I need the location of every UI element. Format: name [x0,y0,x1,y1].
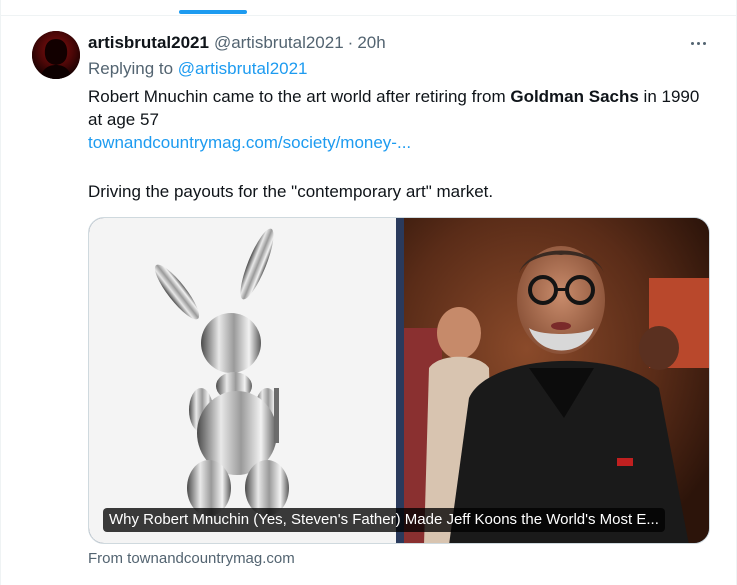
replying-handle-link[interactable]: @artisbrutal2021 [178,59,308,78]
card-image [89,218,709,543]
active-tab-indicator [179,10,247,14]
tweet-text: Robert Mnuchin came to the art world aft… [88,85,718,154]
tweet-text-bold: Goldman Sachs [510,87,639,106]
display-name[interactable]: artisbrutal2021 [88,33,209,53]
link-card[interactable]: Why Robert Mnuchin (Yes, Steven's Father… [88,217,710,544]
more-horizontal-icon [702,41,706,45]
card-caption: Why Robert Mnuchin (Yes, Steven's Father… [103,508,665,532]
separator-dot: · [347,33,354,52]
tweet-text-part1: Robert Mnuchin came to the art world aft… [88,87,511,106]
tweet-container: artisbrutal2021 @artisbrutal2021 · 20h R… [0,0,737,585]
replying-prefix: Replying to [88,59,174,78]
timestamp[interactable]: 20h [357,33,385,53]
tweet-header: artisbrutal2021 @artisbrutal2021 · 20h [88,32,386,54]
user-handle[interactable]: @artisbrutal2021 [214,33,344,53]
tweet-text-paragraph-2: Driving the payouts for the "contemporar… [88,182,494,201]
more-button[interactable] [685,33,711,53]
more-horizontal-icon [696,41,700,45]
card-source[interactable]: From townandcountrymag.com [88,550,295,567]
divider [1,15,737,16]
avatar-image [32,31,80,79]
replying-to: Replying to @artisbrutal2021 [88,59,308,79]
avatar[interactable] [32,31,80,79]
tweet-link[interactable]: townandcountrymag.com/society/money-... [88,133,411,152]
more-horizontal-icon [690,41,694,45]
